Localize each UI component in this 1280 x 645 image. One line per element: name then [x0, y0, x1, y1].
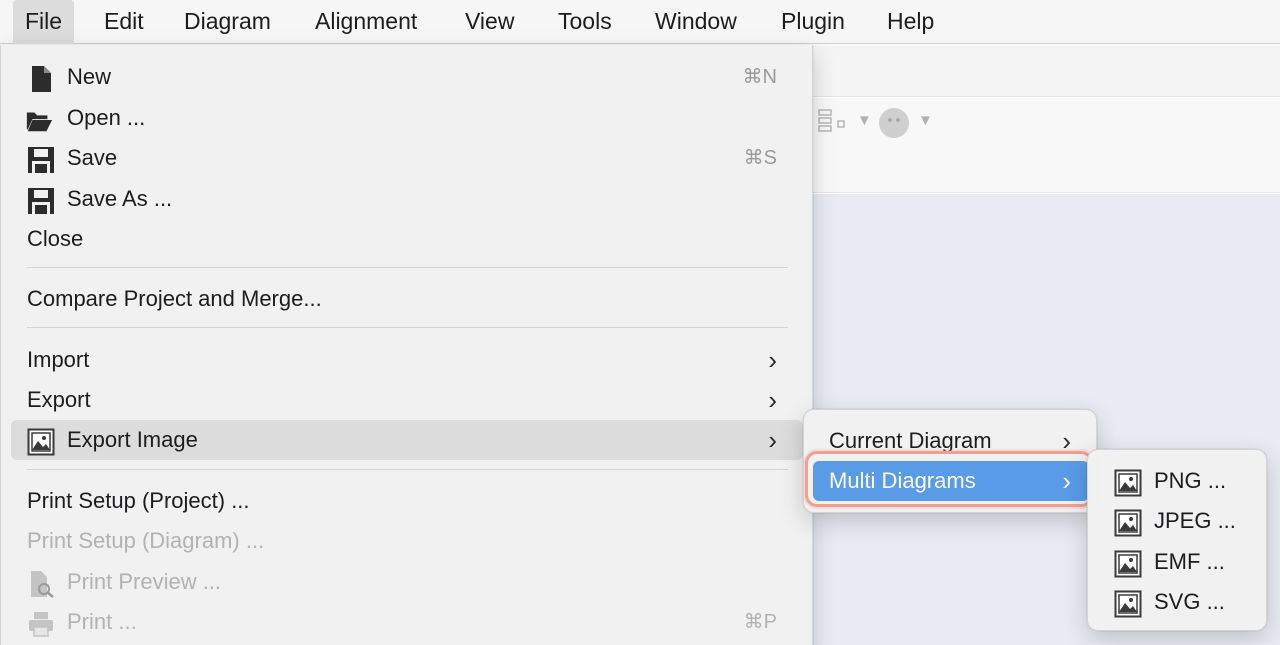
save-as-disk-icon	[27, 187, 55, 215]
menu-item-print-setup-project[interactable]: Print Setup (Project) ...	[11, 481, 803, 521]
menu-item-export-image[interactable]: Export Image ›	[11, 420, 803, 460]
menu-item-jpeg[interactable]: JPEG ...	[1096, 501, 1258, 541]
menu-separator	[27, 469, 788, 470]
image-icon	[1114, 590, 1142, 618]
menu-item-emf[interactable]: EMF ...	[1096, 542, 1258, 582]
chevron-right-icon: ›	[768, 425, 777, 455]
menu-separator	[27, 327, 788, 328]
menu-bar: File Edit Diagram Alignment View Tools W…	[0, 0, 1280, 44]
menubar-edit[interactable]: Edit	[92, 0, 156, 44]
chevron-right-icon: ›	[768, 345, 777, 375]
menu-item-save-as[interactable]: Save As ...	[11, 179, 803, 219]
open-folder-icon	[25, 106, 53, 134]
smiley-dropdown-arrow-icon[interactable]: ▼	[918, 112, 933, 129]
printer-icon	[27, 610, 55, 638]
menu-item-print-preview: Print Preview ...	[11, 562, 803, 602]
menu-item-save[interactable]: Save ⌘S	[11, 138, 803, 178]
menubar-alignment[interactable]: Alignment	[303, 0, 429, 44]
menu-item-svg[interactable]: SVG ...	[1096, 582, 1258, 622]
menu-item-import[interactable]: Import ›	[11, 340, 803, 380]
highlight-ring	[805, 451, 1093, 507]
layout-dropdown-arrow-icon[interactable]: ▼	[857, 112, 872, 129]
image-format-submenu: PNG ... JPEG ... EMF ... SVG ...	[1087, 449, 1267, 631]
image-icon	[1114, 469, 1142, 497]
menu-item-print: Print ... ⌘P	[11, 602, 803, 642]
menubar-file[interactable]: File	[13, 0, 75, 44]
menu-separator	[27, 267, 788, 268]
menubar-tools[interactable]: Tools	[546, 0, 624, 44]
image-icon	[1114, 509, 1142, 537]
print-preview-icon	[27, 570, 55, 598]
menubar-diagram[interactable]: Diagram	[172, 0, 283, 44]
menu-item-open[interactable]: Open ...	[11, 98, 803, 138]
menu-item-compare-merge[interactable]: Compare Project and Merge...	[11, 279, 803, 319]
image-icon	[1114, 550, 1142, 578]
menubar-window[interactable]: Window	[643, 0, 749, 44]
menu-item-print-setup-diagram: Print Setup (Diagram) ...	[27, 528, 265, 553]
menu-item-export[interactable]: Export ›	[11, 380, 803, 420]
smiley-icon[interactable]	[879, 108, 909, 138]
save-disk-icon	[27, 146, 55, 174]
menu-item-new[interactable]: New ⌘N	[11, 57, 803, 97]
menubar-help[interactable]: Help	[875, 0, 946, 44]
image-icon	[27, 428, 55, 456]
file-menu: New ⌘N Open ... Save ⌘S Save As ... Clos…	[0, 45, 813, 645]
menubar-plugin[interactable]: Plugin	[769, 0, 857, 44]
chevron-right-icon: ›	[768, 385, 777, 415]
menu-item-png[interactable]: PNG ...	[1096, 461, 1258, 501]
menu-item-close[interactable]: Close	[11, 219, 803, 259]
new-document-icon	[27, 65, 55, 93]
layout-tool-icon[interactable]	[818, 108, 850, 142]
menubar-view[interactable]: View	[453, 0, 526, 44]
